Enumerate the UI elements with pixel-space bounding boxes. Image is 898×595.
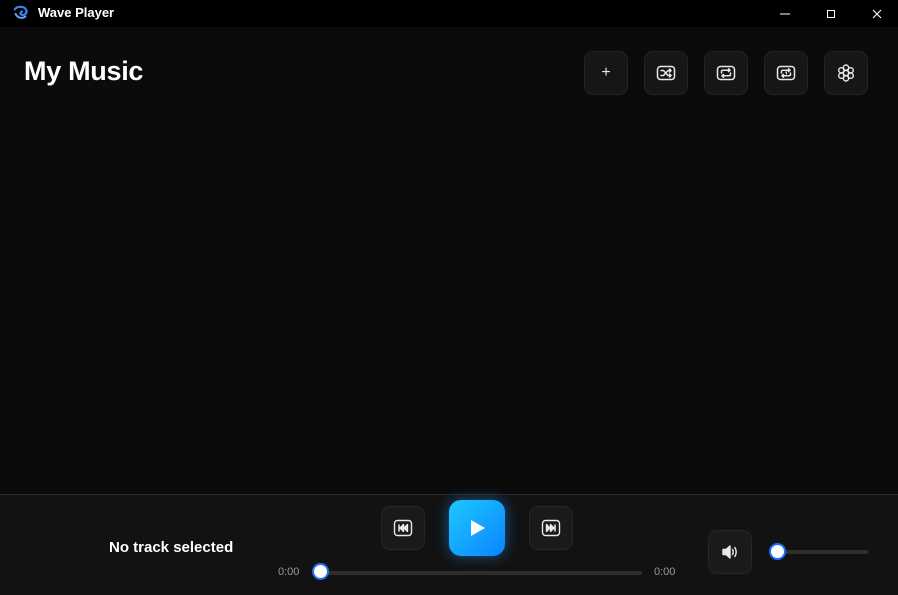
volume-slider[interactable] — [777, 550, 868, 554]
repeat-button[interactable] — [704, 51, 748, 95]
previous-icon — [393, 519, 413, 537]
repeat-one-icon — [776, 65, 796, 81]
repeat-icon — [716, 65, 736, 81]
maximize-icon — [827, 9, 835, 18]
shuffle-icon — [656, 65, 676, 81]
maximize-button[interactable] — [808, 0, 854, 27]
minimize-icon — [780, 13, 790, 14]
close-button[interactable] — [854, 0, 898, 27]
app-title: Wave Player — [38, 5, 115, 20]
repeat-one-button[interactable] — [764, 51, 808, 95]
music-library-area — [0, 110, 898, 494]
settings-button[interactable] — [824, 51, 868, 95]
play-button[interactable] — [449, 500, 505, 556]
add-music-button[interactable]: + — [584, 51, 628, 95]
title-bar: Wave Player — [0, 0, 898, 27]
player-bar: No track selected 0:00 0:00 — [0, 494, 898, 595]
settings-icon — [838, 64, 855, 82]
play-icon — [471, 520, 485, 536]
shuffle-button[interactable] — [644, 51, 688, 95]
volume-handle[interactable] — [768, 543, 786, 560]
app-logo-icon — [13, 5, 28, 19]
volume-icon — [722, 545, 737, 559]
current-time: 0:00 — [278, 566, 300, 578]
progress-slider[interactable] — [320, 571, 642, 575]
previous-button[interactable] — [381, 506, 425, 550]
track-title: No track selected — [109, 539, 234, 556]
volume-button[interactable] — [708, 530, 752, 574]
page-title: My Music — [24, 56, 144, 86]
next-icon — [541, 519, 561, 537]
minimize-button[interactable] — [762, 0, 808, 27]
plus-icon: + — [601, 64, 611, 81]
total-time: 0:00 — [654, 566, 676, 578]
progress-handle[interactable] — [311, 563, 329, 580]
next-button[interactable] — [529, 506, 573, 550]
close-icon — [872, 9, 882, 18]
